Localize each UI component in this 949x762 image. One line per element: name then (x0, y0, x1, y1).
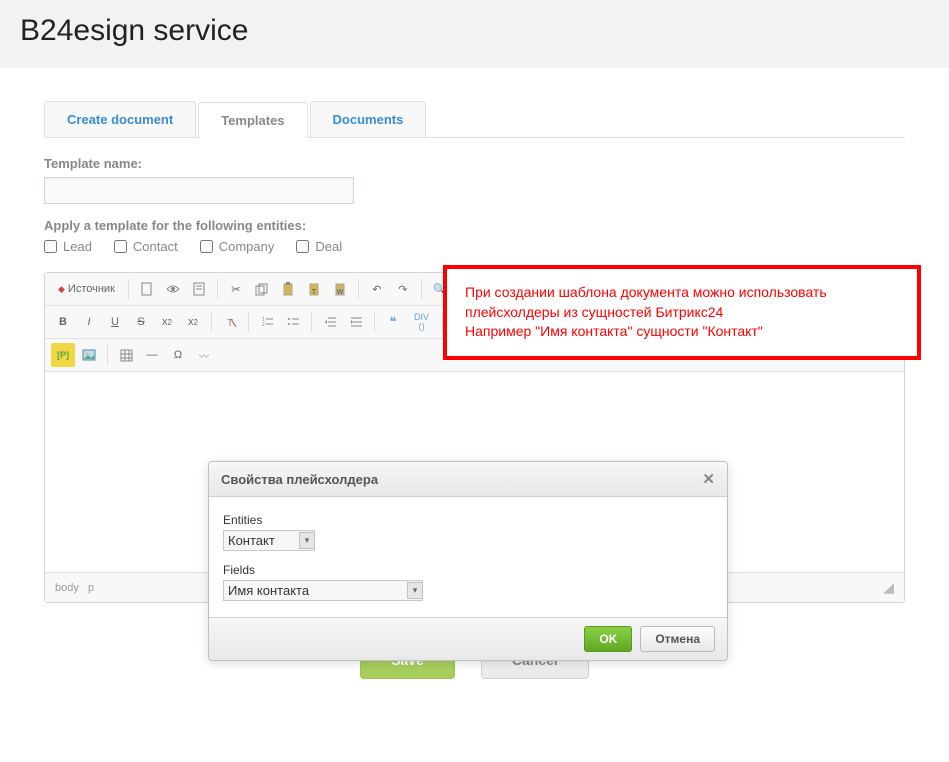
tab-templates[interactable]: Templates (198, 102, 307, 138)
separator (217, 279, 218, 299)
paste-icon[interactable] (276, 277, 300, 301)
copy-icon[interactable] (250, 277, 274, 301)
separator (374, 312, 375, 332)
content-area: Create document Templates Documents Temp… (0, 69, 949, 719)
entities-checkbox-row: Lead Contact Company Deal (44, 239, 905, 254)
paste-word-icon[interactable]: W (328, 277, 352, 301)
redo-icon[interactable]: ↷ (391, 277, 415, 301)
status-path-p[interactable]: p (88, 582, 94, 594)
svg-text:T: T (227, 318, 233, 329)
bold-icon[interactable]: B (51, 310, 75, 334)
italic-icon[interactable]: I (77, 310, 101, 334)
help-callout: При создании шаблона документа можно исп… (443, 265, 921, 360)
svg-text:2: 2 (262, 322, 265, 328)
checkbox-deal[interactable]: Deal (296, 239, 342, 254)
indent-icon[interactable] (344, 310, 368, 334)
resize-handle-icon[interactable]: ◢ (883, 579, 894, 596)
close-icon[interactable]: ✕ (702, 470, 715, 488)
separator (128, 279, 129, 299)
status-path-body[interactable]: body (55, 582, 79, 594)
checkbox-deal-input[interactable] (296, 240, 309, 253)
table-icon[interactable] (114, 343, 138, 367)
blockquote-icon[interactable]: ❝ (381, 310, 405, 334)
separator (311, 312, 312, 332)
chevron-down-icon: ▾ (299, 532, 315, 549)
undo-icon[interactable]: ↶ (365, 277, 389, 301)
remove-format-icon[interactable]: T (218, 310, 242, 334)
svg-text:W: W (337, 289, 344, 296)
callout-line1: При создании шаблона документа можно исп… (465, 283, 899, 322)
placeholder-icon[interactable]: [P] (51, 343, 75, 367)
callout-line2: Например "Имя контакта" сущности "Контак… (465, 322, 899, 342)
checkbox-lead-input[interactable] (44, 240, 57, 253)
page-header: B24esign service (0, 0, 949, 69)
page-break-icon[interactable]: 〰 (192, 343, 216, 367)
separator (358, 279, 359, 299)
strike-icon[interactable]: S (129, 310, 153, 334)
tab-documents[interactable]: Documents (310, 101, 427, 137)
source-icon: ◆ (58, 284, 65, 295)
subscript-icon[interactable]: x2 (155, 310, 179, 334)
superscript-icon[interactable]: x2 (181, 310, 205, 334)
entities-select[interactable]: Контакт ▾ (223, 530, 315, 551)
bullet-list-icon[interactable] (281, 310, 305, 334)
source-button[interactable]: ◆Источник (51, 277, 122, 301)
checkbox-company[interactable]: Company (200, 239, 275, 254)
dialog-titlebar[interactable]: Свойства плейсхолдера ✕ (209, 462, 727, 497)
checkbox-contact[interactable]: Contact (114, 239, 178, 254)
svg-text:T: T (312, 289, 317, 296)
dialog-body: Entities Контакт ▾ Fields Имя контакта ▾ (209, 497, 727, 617)
separator (211, 312, 212, 332)
templates-icon[interactable] (187, 277, 211, 301)
image-icon[interactable] (77, 343, 101, 367)
page-title: B24esign service (20, 14, 929, 48)
outdent-icon[interactable] (318, 310, 342, 334)
tab-create-document[interactable]: Create document (44, 101, 196, 137)
checkbox-contact-input[interactable] (114, 240, 127, 253)
div-container-icon[interactable]: DIV⟨⟩ (407, 310, 436, 334)
paste-text-icon[interactable]: T (302, 277, 326, 301)
checkbox-company-input[interactable] (200, 240, 213, 253)
special-char-icon[interactable]: Ω (166, 343, 190, 367)
placeholder-properties-dialog: Свойства плейсхолдера ✕ Entities Контакт… (208, 461, 728, 661)
numbered-list-icon[interactable]: 12 (255, 310, 279, 334)
template-name-label: Template name: (44, 156, 905, 171)
template-name-input[interactable] (44, 177, 354, 204)
separator (107, 345, 108, 365)
apply-entities-label: Apply a template for the following entit… (44, 218, 905, 233)
horizontal-line-icon[interactable]: — (140, 343, 164, 367)
dialog-title-text: Свойства плейсхолдера (221, 472, 378, 487)
separator (421, 279, 422, 299)
cancel-button[interactable]: Отмена (640, 626, 715, 652)
preview-icon[interactable] (161, 277, 185, 301)
separator (248, 312, 249, 332)
fields-label: Fields (223, 563, 713, 577)
new-page-icon[interactable] (135, 277, 159, 301)
dialog-footer: OK Отмена (209, 617, 727, 660)
entities-label: Entities (223, 513, 713, 527)
tabs-bar: Create document Templates Documents (44, 101, 905, 138)
cut-icon[interactable]: ✂ (224, 277, 248, 301)
chevron-down-icon: ▾ (407, 582, 423, 599)
fields-select[interactable]: Имя контакта ▾ (223, 580, 423, 601)
checkbox-lead[interactable]: Lead (44, 239, 92, 254)
underline-icon[interactable]: U (103, 310, 127, 334)
ok-button[interactable]: OK (584, 626, 632, 652)
